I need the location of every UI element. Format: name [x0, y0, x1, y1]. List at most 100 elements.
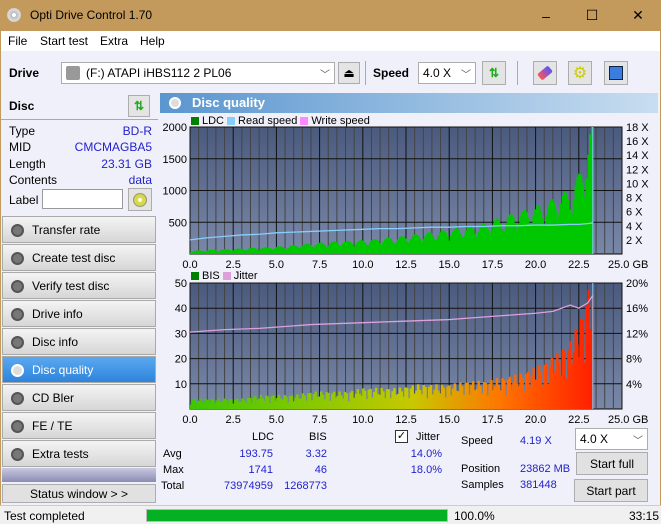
fe-te-icon [11, 420, 24, 433]
x-tick-label: 22.5 [568, 414, 589, 426]
minimize-button[interactable]: – [523, 0, 569, 31]
progress-fill [147, 510, 447, 521]
jitter-checkbox[interactable]: ✓ [395, 430, 408, 443]
max-label: Max [163, 464, 184, 476]
y2-tick-label: 12% [626, 328, 648, 340]
jitter-label: Jitter [416, 431, 440, 443]
drive-info-icon [11, 308, 24, 321]
start-part-button[interactable]: Start part [574, 479, 648, 502]
window-title: Opti Drive Control 1.70 [30, 8, 153, 22]
divider [365, 61, 366, 85]
menu-help[interactable]: Help [140, 34, 165, 48]
menu-file[interactable]: File [8, 34, 27, 48]
disc-header: Disc ⇅ [1, 93, 158, 120]
nav-label: Drive info [32, 307, 83, 321]
eject-button[interactable]: ⏏ [338, 62, 360, 84]
erase-button[interactable] [533, 61, 557, 85]
drive-icon [66, 66, 80, 80]
disc-title: Disc [9, 99, 35, 113]
test-speed-select[interactable]: 4.0 X ﹀ [575, 428, 648, 450]
y-tick-label: 50 [175, 278, 187, 290]
drive-value: (F:) ATAPI iHBS112 2 PL06 [86, 66, 232, 80]
x-tick-label: 0.0 [182, 414, 197, 426]
nav-fe-te[interactable]: FE / TE [2, 412, 156, 439]
y2-tick-label: 18 X [626, 122, 649, 134]
x-tick-label: 25.0 GB [608, 414, 648, 426]
nav-label: Extra tests [32, 447, 89, 461]
nav-disc-quality[interactable]: Disc quality [2, 356, 156, 383]
y2-tick-label: 10 X [626, 178, 649, 190]
contents-label: Contents [9, 173, 58, 187]
disc-info-icon [11, 336, 24, 349]
label-disc-button[interactable] [128, 188, 152, 211]
drive-select[interactable]: (F:) ATAPI iHBS112 2 PL06 ﹀ [61, 62, 335, 84]
x-tick-label: 17.5 [482, 414, 503, 426]
avg-bis: 3.32 [305, 448, 327, 460]
bis-chart: 0.0 2.5 5.0 7.5 10.0 12.5 15.0 17.5 20.0 22.5 25.0… [175, 278, 649, 426]
y-tick-label: 1500 [163, 154, 187, 166]
drive-label: Drive [9, 66, 40, 80]
y2-tick-label: 16 X [626, 136, 649, 148]
avg-label: Avg [163, 448, 182, 460]
y-tick-label: 40 [175, 303, 187, 315]
eject-icon: ⏏ [343, 66, 355, 80]
nav-label: Create test disc [32, 251, 116, 265]
refresh-icon: ⇅ [488, 66, 500, 80]
toolbar: Drive (F:) ATAPI iHBS112 2 PL06 ﹀ ⏏ Spee… [1, 51, 660, 93]
menu-start-test[interactable]: Start test [40, 34, 88, 48]
refresh-button[interactable]: ⇅ [482, 61, 506, 85]
save-icon [609, 66, 623, 80]
nav-verify-test-disc[interactable]: Verify test disc [2, 272, 156, 299]
save-button[interactable] [604, 61, 628, 85]
transfer-rate-icon [11, 224, 24, 237]
y2-tick-label: 14 X [626, 150, 649, 162]
position-value: 23862 MB [520, 463, 571, 475]
ldc-chart: 0.0 2.5 5.0 7.5 10.0 12.5 15.0 17.5 20.0 22.5 25.0… [163, 122, 650, 271]
chevron-down-icon: ﹀ [633, 436, 643, 447]
status-bar: Test completed 100.0% 33:15 [0, 505, 661, 524]
status-window-button[interactable]: Status window > > [2, 484, 156, 503]
y-tick-label: 500 [169, 217, 187, 229]
mid-label: MID [9, 140, 31, 154]
left-panel: Disc ⇅ Type BD-R MID CMCMAGBA5 Length 23… [1, 93, 158, 505]
samples-label: Samples [461, 479, 504, 491]
nav-label: Transfer rate [32, 223, 101, 237]
y2-tick-label: 8 X [626, 193, 643, 205]
max-bis: 46 [314, 464, 327, 476]
total-bis: 1268773 [284, 480, 327, 492]
start-full-button[interactable]: Start full [576, 452, 648, 475]
nav-spacer [2, 468, 156, 482]
progress-bar [146, 509, 448, 522]
max-ldc: 1741 [248, 464, 273, 476]
nav-extra-tests[interactable]: Extra tests [2, 440, 156, 467]
label-input[interactable] [42, 189, 123, 209]
chevron-down-icon: ﹀ [320, 70, 330, 81]
cd-bler-icon [11, 392, 24, 405]
menu-extra[interactable]: Extra [100, 34, 128, 48]
nav-create-test-disc[interactable]: Create test disc [2, 244, 156, 271]
nav-drive-info[interactable]: Drive info [2, 300, 156, 327]
nav-cd-bler[interactable]: CD Bler [2, 384, 156, 411]
eraser-icon [537, 65, 553, 81]
y2-tick-label: 6 X [626, 207, 643, 219]
nav-transfer-rate[interactable]: Transfer rate [2, 216, 156, 243]
x-tick-label: 15.0 [438, 414, 459, 426]
disc-quality-icon [11, 364, 24, 377]
nav-disc-info[interactable]: Disc info [2, 328, 156, 355]
maximize-button[interactable]: ☐ [569, 0, 615, 31]
avg-jitter: 14.0% [410, 448, 442, 460]
y2-tick-label: 20% [626, 278, 648, 290]
speed-select[interactable]: 4.0 X ﹀ [418, 62, 476, 84]
avg-ldc: 193.75 [239, 448, 273, 460]
total-ldc: 73974959 [224, 480, 273, 492]
settings-button[interactable]: ⚙ [568, 61, 592, 85]
close-button[interactable]: ✕ [615, 0, 661, 31]
y2-tick-label: 16% [626, 303, 648, 315]
chevron-down-icon: ﹀ [461, 70, 471, 81]
status-text: Test completed [4, 509, 85, 523]
type-label: Type [9, 124, 36, 138]
title-bar: Opti Drive Control 1.70 – ☐ ✕ [0, 0, 661, 31]
disc-refresh-button[interactable]: ⇅ [128, 95, 150, 117]
gear-icon: ⚙ [572, 65, 588, 82]
x-tick-label: 12.5 [395, 414, 416, 426]
